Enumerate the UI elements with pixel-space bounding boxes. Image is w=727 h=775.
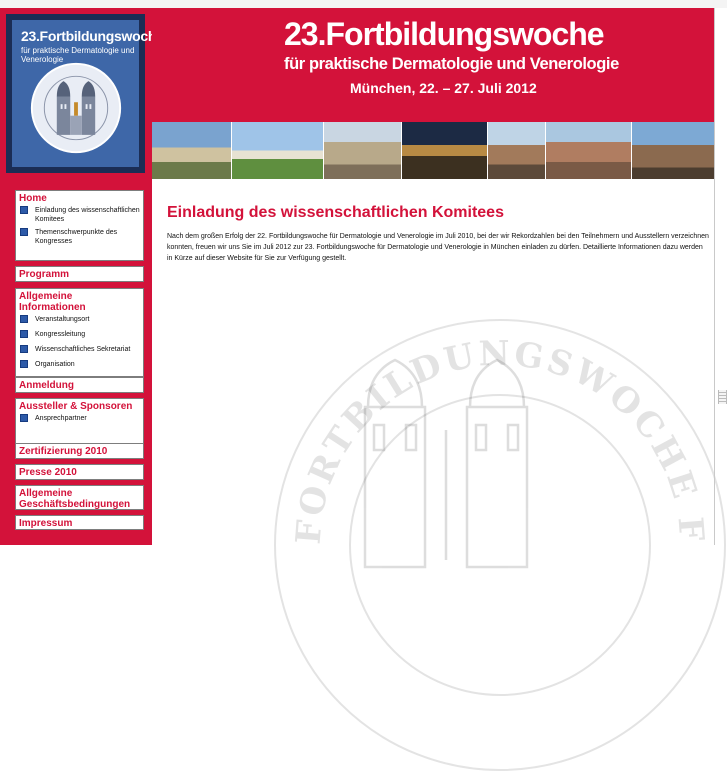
photo-frauenkirche [632, 122, 714, 179]
nav-box-allgemeine-informationen: Allgemeine Informationen Veranstaltungso… [15, 288, 144, 377]
nav-zertifizierung[interactable]: Zertifizierung 2010 [16, 444, 143, 459]
nav-item-sekretariat[interactable]: Wissenschaftliches Sekretariat [16, 345, 143, 356]
photo-nymphenburg [232, 122, 324, 179]
sidebar: 23.Fortbildungswoche für praktische Derm… [0, 8, 164, 545]
seal-icon [30, 62, 122, 154]
photo-propylaeen [152, 122, 232, 179]
page-title: Einladung des wissenschaftlichen Komitee… [167, 204, 504, 221]
nav-presse[interactable]: Presse 2010 [16, 465, 143, 480]
nav-impressum[interactable]: Impressum [16, 516, 143, 531]
nav-item-label: Ansprechpartner [35, 415, 87, 422]
nav-programm[interactable]: Programm [16, 267, 143, 282]
nav-box-agb: Allgemeine Geschäftsbedingungen [15, 485, 144, 510]
intro-paragraph: Nach dem großen Erfolg der 22. Fortbildu… [167, 233, 709, 262]
page-right-border [714, 8, 715, 545]
nav-item-einladung[interactable]: Einladung des wissenschaftlichen Komitee… [16, 206, 143, 224]
nav-item-label: Wissenschaftliches Sekretariat [35, 346, 131, 353]
seal-watermark-icon: FORTBILDUNGSWOCHE FÜR PRAKTISCHE DERMATO… [270, 315, 726, 771]
square-bullet-icon [20, 360, 28, 368]
photo-rooftops [546, 122, 632, 179]
scrollbar-grip[interactable] [718, 390, 727, 404]
nav-box-programm: Programm [15, 266, 144, 282]
nav-box-impressum: Impressum [15, 515, 144, 530]
nav-allgemeine-informationen[interactable]: Allgemeine Informationen [16, 289, 143, 315]
nav-item-label: Kongressleitung [35, 331, 86, 338]
nav-anmeldung[interactable]: Anmeldung [16, 378, 143, 393]
square-bullet-icon [20, 345, 28, 353]
nav-box-home: Home Einladung des wissenschaftlichen Ko… [15, 190, 144, 261]
square-bullet-icon [20, 315, 28, 323]
logo-title: 23.Fortbildungswoche [21, 28, 164, 44]
header-date: München, 22. – 27. Juli 2012 [350, 80, 537, 96]
square-bullet-icon [20, 330, 28, 338]
nav-box-anmeldung: Anmeldung [15, 377, 144, 393]
conference-logo[interactable]: 23.Fortbildungswoche für praktische Derm… [6, 14, 164, 173]
nav-item-themenschwerpunkte[interactable]: Themenschwerpunkte des Kongresses [16, 228, 143, 246]
nav-home[interactable]: Home [16, 191, 143, 206]
nav-item-kongressleitung[interactable]: Kongressleitung [16, 330, 143, 341]
browser-top-strip [0, 0, 727, 8]
square-bullet-icon [20, 414, 28, 422]
header-title: 23.Fortbildungswoche [284, 16, 605, 52]
nav-item-label: Einladung des wissenschaftlichen Komitee… [35, 207, 140, 223]
nav-agb[interactable]: Allgemeine Geschäftsbedingungen [16, 486, 143, 512]
nav-item-ansprechpartner[interactable]: Ansprechpartner [16, 414, 143, 425]
page-header: 23.Fortbildungswoche für praktische Derm… [152, 8, 714, 122]
nav-item-veranstaltungsort[interactable]: Veranstaltungsort [16, 315, 143, 326]
photo-night-street [402, 122, 488, 179]
header-subtitle: für praktische Dermatologie und Venerolo… [284, 55, 619, 73]
nav-item-label: Veranstaltungsort [35, 316, 90, 323]
nav-item-label: Organisation [35, 361, 75, 368]
munich-photo-strip [152, 122, 714, 179]
nav-item-label: Themenschwerpunkte des Kongresses [35, 229, 118, 245]
nav-item-organisation[interactable]: Organisation [16, 360, 143, 371]
square-bullet-icon [20, 206, 28, 214]
square-bullet-icon [20, 228, 28, 236]
nav-box-presse: Presse 2010 [15, 464, 144, 480]
photo-old-town [488, 122, 546, 179]
logo-inner-panel: 23.Fortbildungswoche für praktische Derm… [12, 20, 164, 167]
nav-aussteller-sponsoren[interactable]: Aussteller & Sponsoren [16, 399, 143, 414]
nav-box-aussteller: Aussteller & Sponsoren Ansprechpartner [15, 398, 144, 444]
nav-box-zertifizierung: Zertifizierung 2010 [15, 443, 144, 459]
photo-rathaus [324, 122, 402, 179]
